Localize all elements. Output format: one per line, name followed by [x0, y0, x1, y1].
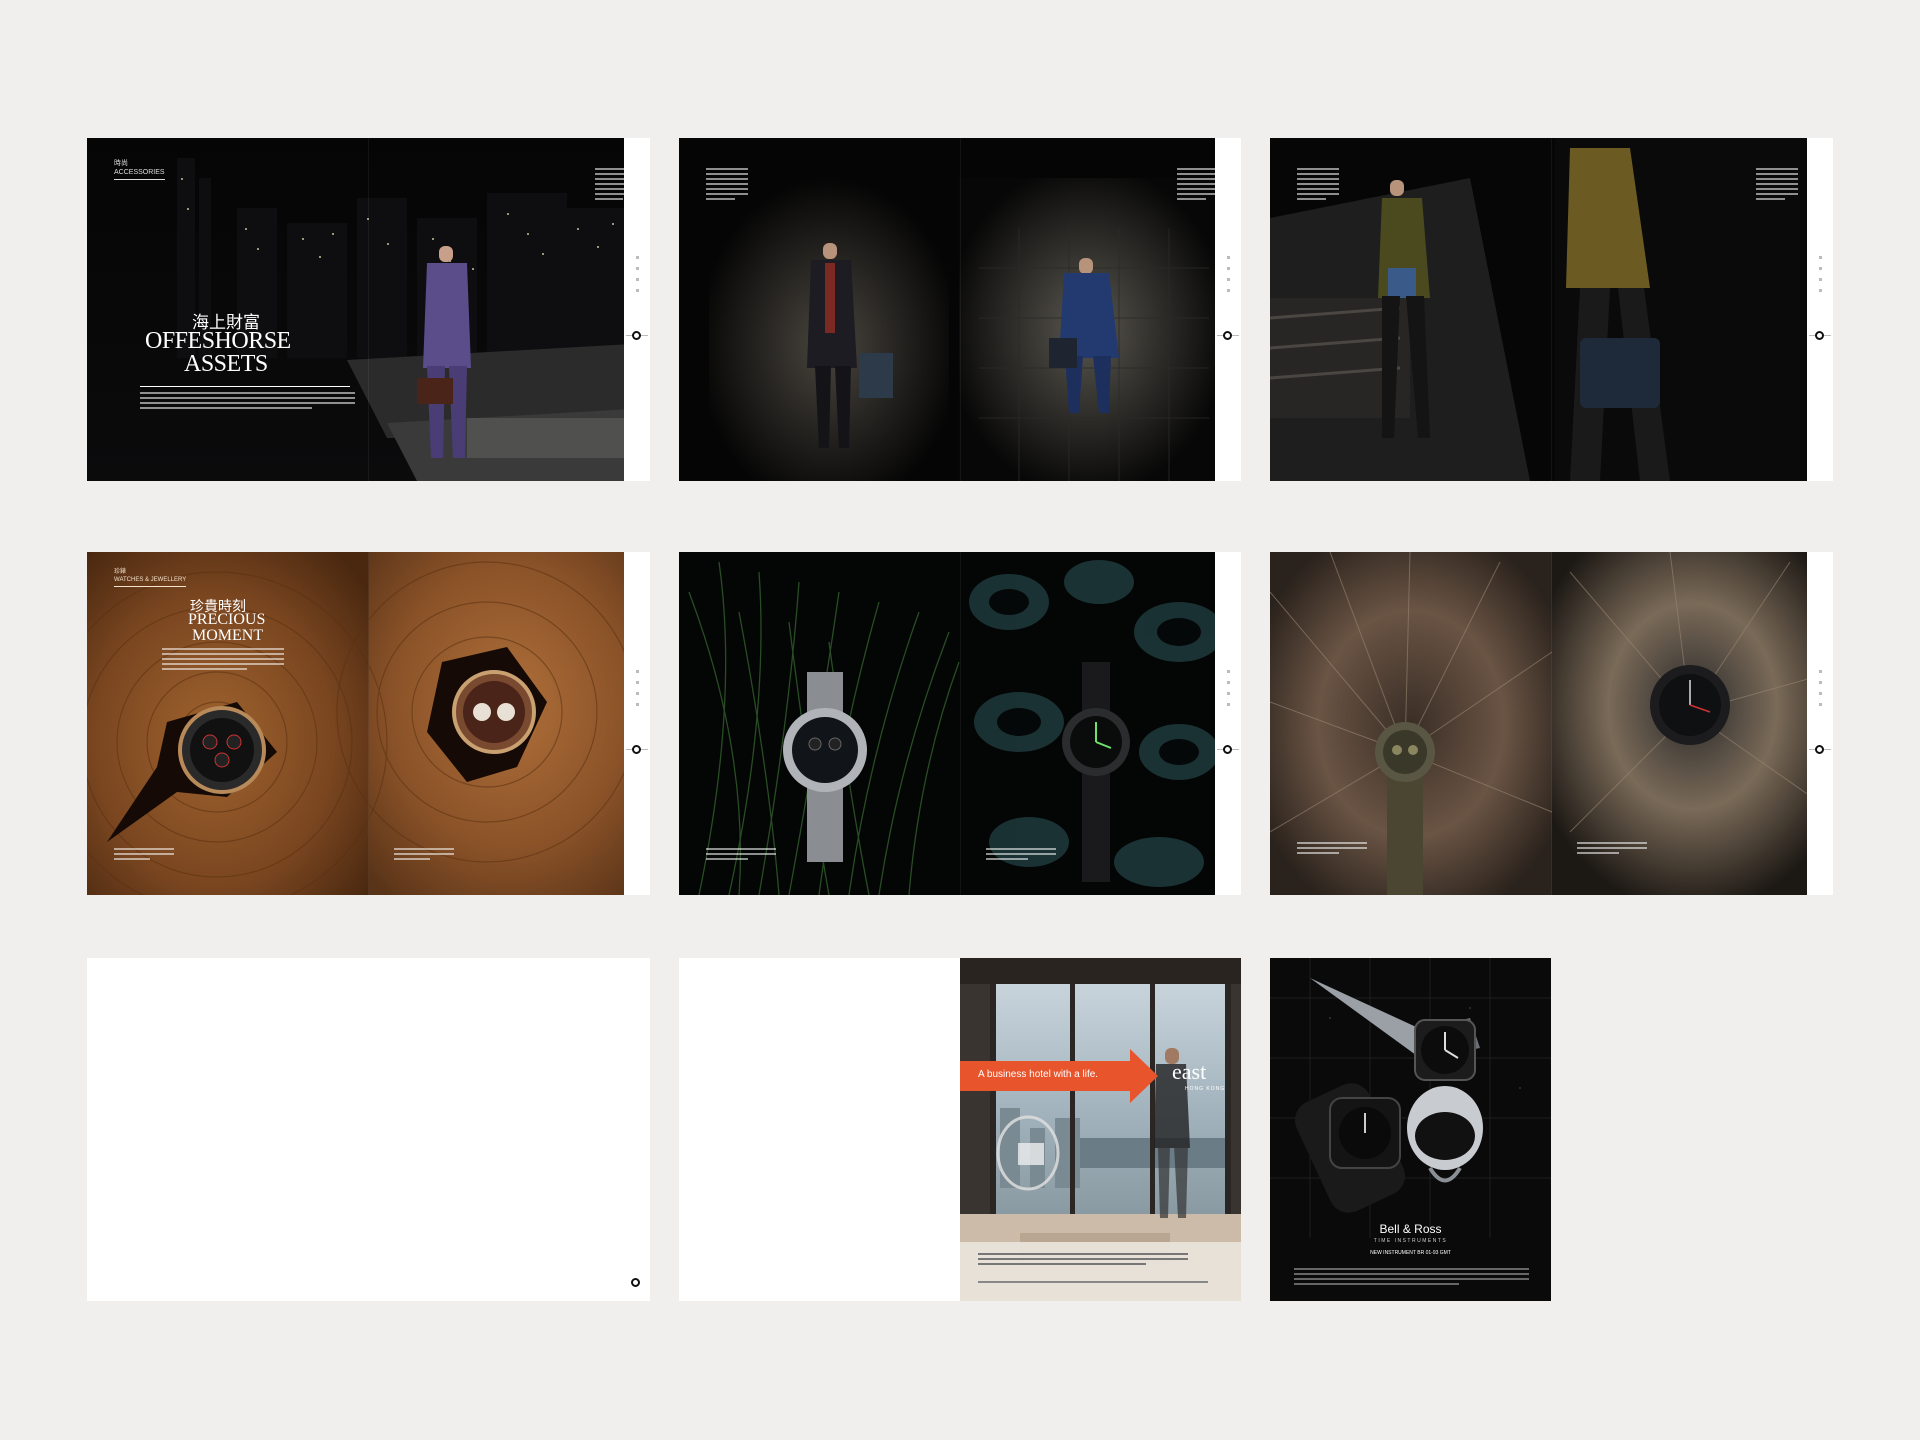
page-marker-icon — [1223, 745, 1232, 754]
spread-suits-dark — [679, 138, 1241, 481]
page-margin — [1215, 552, 1241, 895]
title-rule — [140, 386, 350, 387]
caption-text-left — [1297, 842, 1367, 854]
caption-text-left — [114, 848, 174, 860]
spread-olive-jackets — [1270, 138, 1833, 481]
spread-precious-moment: 珍錶 WATCHES & JEWELLERY 珍貴時刻 PRECIOUS MOM… — [87, 552, 650, 895]
gutter — [368, 552, 369, 895]
caption-text-left — [706, 848, 776, 860]
spread-east-ad: A business hotel with a life. east HONG … — [679, 958, 1241, 1301]
title-en-line-2: MOMENT — [192, 627, 264, 644]
east-ad-photo — [960, 958, 1241, 1301]
gutter — [1551, 138, 1552, 481]
page-marker-icon — [632, 745, 641, 754]
page-marker-icon — [1815, 745, 1824, 754]
page-bell-ross-ad: Bell & Ross TIME INSTRUMENTS NEW INSTRUM… — [1270, 958, 1551, 1301]
caption-text-right — [1177, 168, 1219, 200]
caption-text-right — [394, 848, 454, 860]
page-margin — [1215, 138, 1241, 481]
caption-text-right — [1577, 842, 1647, 854]
ad-contact-text — [978, 1281, 1208, 1283]
spread-offshore-assets: 時尚 ACCESSORIES 海上財富 OFFESHORSE ASSETS — [87, 138, 650, 481]
caption-text-left — [1297, 168, 1339, 200]
retailer-text — [1294, 1268, 1529, 1285]
folio-text — [1227, 670, 1231, 706]
east-logo-sub: HONG KONG — [1185, 1086, 1226, 1092]
east-ad-page: A business hotel with a life. east HONG … — [960, 958, 1241, 1301]
page-marker-icon — [631, 1278, 640, 1287]
spread-feather-watches — [1270, 552, 1833, 895]
gutter — [368, 138, 369, 481]
folio-text — [1227, 256, 1231, 292]
page-margin — [624, 552, 650, 895]
intro-text — [140, 392, 355, 409]
ad-body-text — [978, 1253, 1188, 1265]
spread-peacock-watches — [679, 552, 1241, 895]
page-margin — [1807, 138, 1833, 481]
page-marker-icon — [1815, 331, 1824, 340]
page-marker-icon — [1223, 331, 1232, 340]
gutter — [960, 552, 961, 895]
page-margin — [624, 138, 650, 481]
section-label: 珍錶 WATCHES & JEWELLERY — [114, 568, 187, 587]
folio-text — [1819, 670, 1823, 706]
banner-arrow-head — [1130, 1049, 1158, 1103]
gutter — [960, 138, 961, 481]
caption-text-right — [1756, 168, 1798, 200]
page-margin — [1807, 552, 1833, 895]
east-logo: east — [1172, 1059, 1207, 1084]
gutter — [1551, 552, 1552, 895]
spread-blank — [87, 958, 650, 1301]
folio-text — [1819, 256, 1823, 292]
brand-logo: Bell & Ross — [1379, 1222, 1442, 1236]
folio-text — [636, 670, 640, 706]
folio-text — [636, 256, 640, 292]
title-en-line-2: ASSETS — [184, 351, 268, 377]
intro-text — [162, 648, 284, 670]
model-line: NEW INSTRUMENT BR 01-93 GMT — [1370, 1250, 1451, 1256]
section-label: 時尚 ACCESSORIES — [114, 159, 165, 180]
caption-text-right — [986, 848, 1056, 860]
banner-text: A business hotel with a life. — [978, 1069, 1099, 1080]
caption-text-left — [706, 168, 748, 200]
page-marker-icon — [632, 331, 641, 340]
brand-sub: TIME INSTRUMENTS — [1373, 1238, 1448, 1244]
